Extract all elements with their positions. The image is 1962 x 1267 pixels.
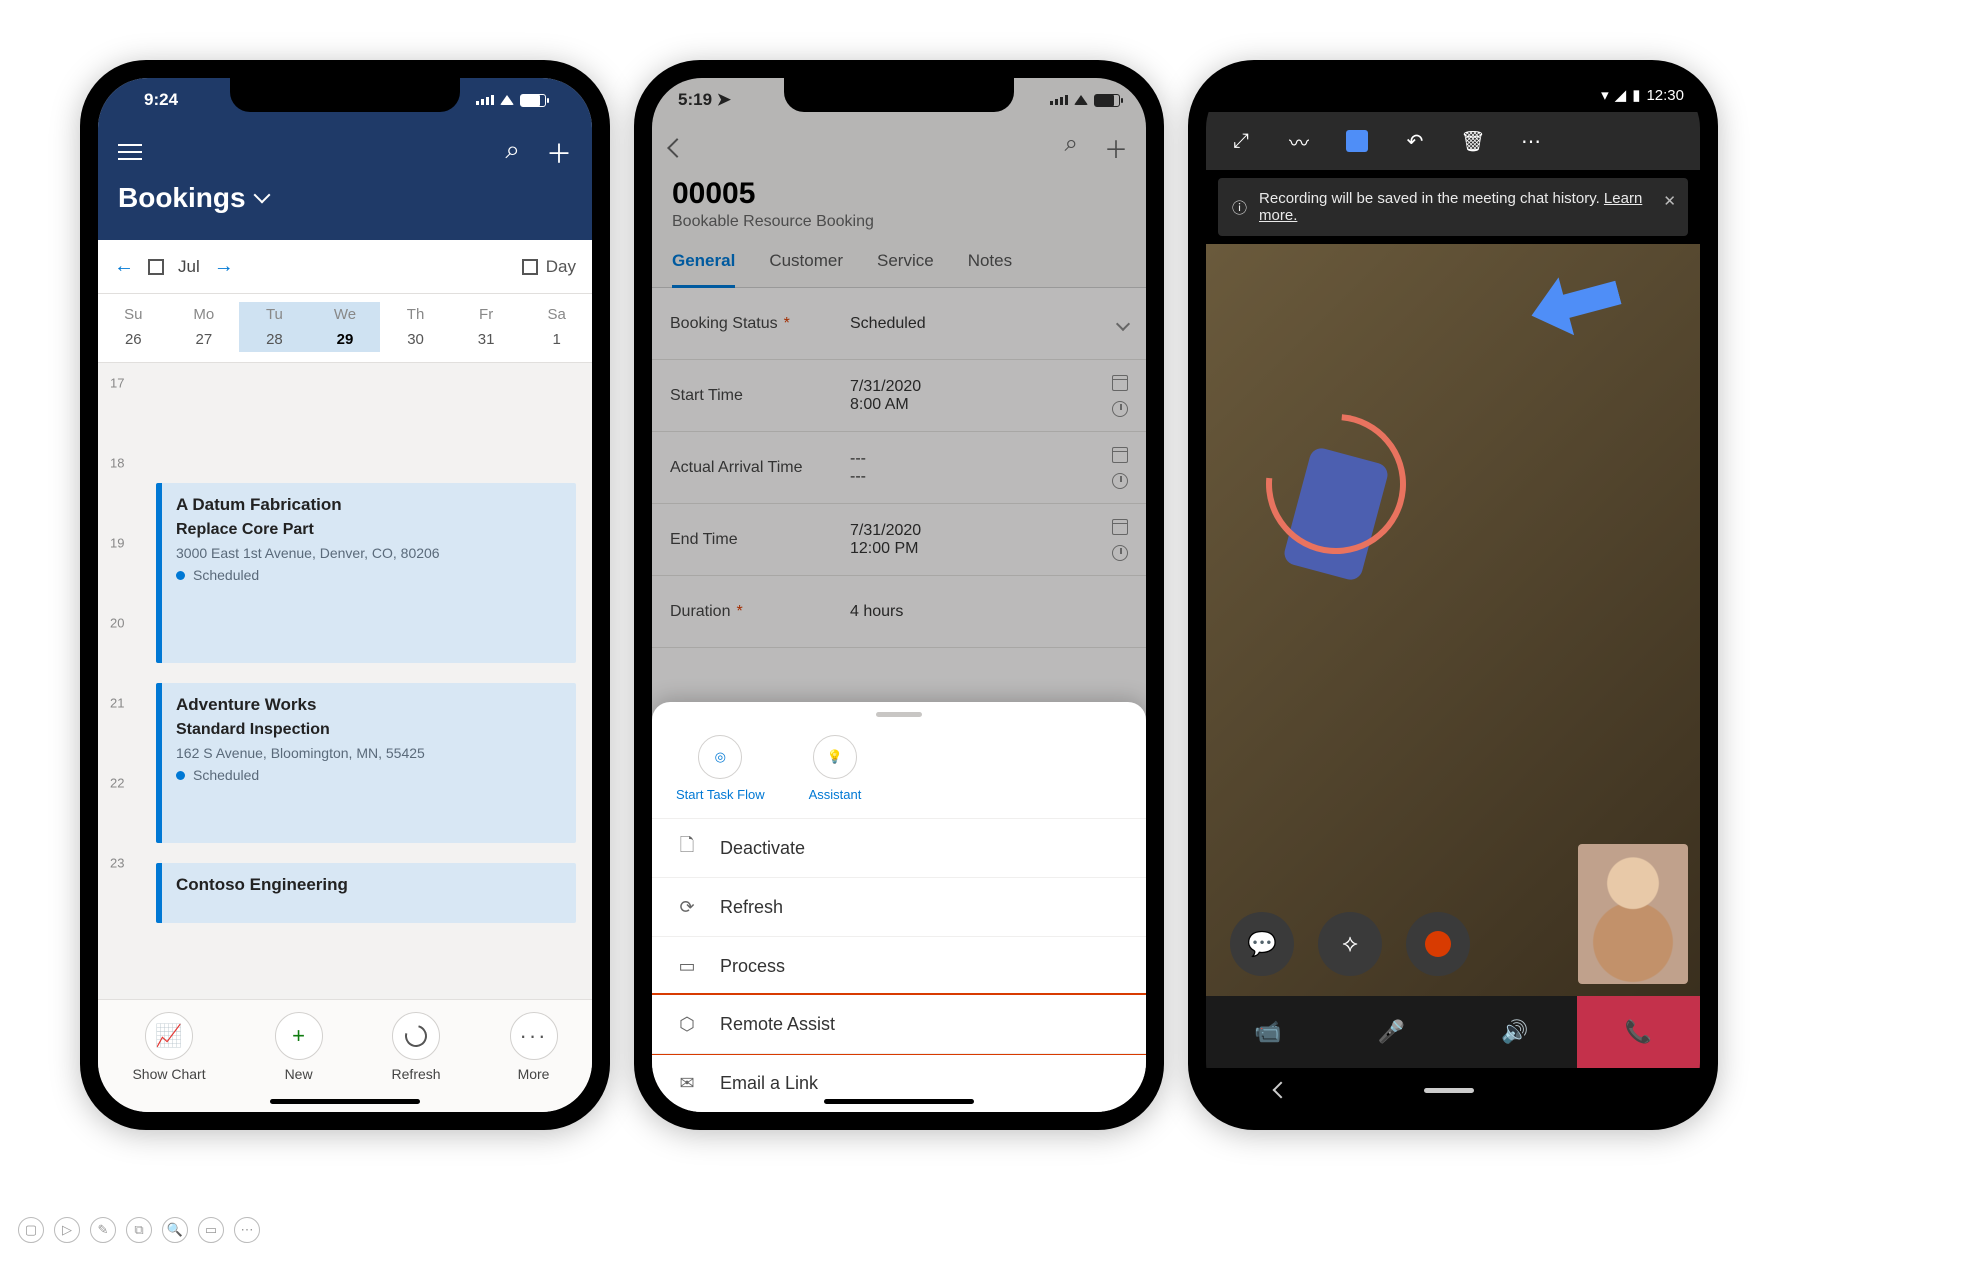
deactivate-icon: 🗋 <box>676 837 698 859</box>
location-icon: ➤ <box>717 90 731 109</box>
signal-icon <box>476 95 494 105</box>
booking-card[interactable]: A Datum Fabrication Replace Core Part 30… <box>156 483 576 663</box>
capture-button[interactable]: ⟡ <box>1318 912 1382 976</box>
tool-icon[interactable]: ▭ <box>198 1217 224 1243</box>
more-button[interactable]: ···More <box>510 1012 558 1082</box>
remote-assist-icon: ⬡ <box>676 1013 698 1035</box>
prev-arrow-icon[interactable]: ← <box>114 255 134 278</box>
phone-bookings: 9:24 ⌕ ＋ Bookings <box>80 60 610 1130</box>
show-chart-button[interactable]: 📈Show Chart <box>132 1012 205 1082</box>
status-bar: 5:19 ➤ <box>652 78 1146 122</box>
page-title-text: Bookings <box>118 182 246 214</box>
signal-icon: ◢ <box>1615 86 1627 104</box>
signal-icon <box>1050 95 1068 105</box>
call-controls: 📹 🎤 🔊 📞 <box>1206 996 1700 1068</box>
video-feed: 💬 ⟡ <box>1206 244 1700 996</box>
new-button[interactable]: +New <box>275 1012 323 1082</box>
wifi-icon <box>500 95 514 105</box>
status-bar: ▾ ◢ ▮ 12:30 <box>1206 78 1700 112</box>
close-icon[interactable]: ✕ <box>1663 192 1676 210</box>
tool-icon[interactable]: ▢ <box>18 1217 44 1243</box>
schedule: 17 18 19 20 21 22 23 A Datum Fabrication… <box>98 363 592 999</box>
bottom-toolbar: 📈Show Chart +New Refresh ···More <box>98 999 592 1112</box>
status-bar: 9:24 <box>118 78 572 122</box>
refresh-button[interactable]: Refresh <box>392 1012 441 1082</box>
arrow-annotation-icon <box>1524 263 1626 344</box>
battery-icon <box>1094 94 1120 107</box>
self-view[interactable] <box>1578 844 1688 984</box>
battery-icon <box>520 94 546 107</box>
calendar-month: Jul <box>178 257 200 277</box>
tool-icon[interactable]: ▷ <box>54 1217 80 1243</box>
booking-card[interactable]: Contoso Engineering <box>156 863 576 923</box>
process-icon: ▭ <box>676 955 698 977</box>
plus-icon[interactable]: ＋ <box>546 134 572 171</box>
mic-button[interactable]: 🎤 <box>1330 996 1454 1068</box>
status-time: 9:24 <box>144 90 178 110</box>
menu-remote-assist[interactable]: ⬡Remote Assist <box>652 993 1146 1055</box>
chat-button[interactable]: 💬 <box>1230 912 1294 976</box>
more-icon[interactable]: ⋯ <box>1512 122 1550 160</box>
calendar-nav: ← Jul → Day <box>98 240 592 294</box>
tool-icon[interactable]: ✎ <box>90 1217 116 1243</box>
delete-icon[interactable]: 🗑 <box>1454 122 1492 160</box>
menu-icon[interactable] <box>118 139 142 165</box>
chevron-down-icon <box>253 187 270 204</box>
ink-icon[interactable]: 〰 <box>1280 122 1318 160</box>
minimize-icon[interactable]: ⤢ <box>1222 122 1260 160</box>
grid-icon <box>522 259 538 275</box>
menu-deactivate[interactable]: 🗋Deactivate <box>652 818 1146 877</box>
calendar-icon[interactable] <box>148 259 164 275</box>
lightbulb-icon: 💡 <box>813 735 857 779</box>
speaker-button[interactable]: 🔊 <box>1453 996 1577 1068</box>
tool-icon[interactable]: ⧉ <box>126 1217 152 1243</box>
annotation-toolbar: ⤢ 〰 ↶ 🗑 ⋯ <box>1206 112 1700 170</box>
tool-icon[interactable]: 🔍 <box>162 1217 188 1243</box>
menu-process[interactable]: ▭Process <box>652 936 1146 995</box>
record-button[interactable] <box>1406 912 1470 976</box>
hangup-button[interactable]: 📞 <box>1577 996 1701 1068</box>
refresh-icon: ⟳ <box>676 896 698 918</box>
android-nav <box>1206 1068 1700 1112</box>
undo-icon[interactable]: ↶ <box>1396 122 1434 160</box>
view-label: Day <box>546 257 576 277</box>
home-indicator-icon <box>824 1099 974 1104</box>
search-icon[interactable]: ⌕ <box>505 134 520 171</box>
page-title[interactable]: Bookings <box>118 182 572 222</box>
nav-back-icon[interactable] <box>1272 1082 1289 1099</box>
color-icon[interactable] <box>1338 122 1376 160</box>
email-icon: ✉ <box>676 1072 698 1094</box>
phone-remote-assist-call: ▾ ◢ ▮ 12:30 ⤢ 〰 ↶ 🗑 ⋯ ⓘ Recording will b… <box>1188 60 1718 1130</box>
phone-booking-detail: 5:19 ➤ ⌕ ＋ 00005 Bookable Resource Booki… <box>634 60 1164 1130</box>
wifi-icon <box>1074 95 1088 105</box>
menu-refresh[interactable]: ⟳Refresh <box>652 877 1146 936</box>
info-icon: ⓘ <box>1232 197 1247 218</box>
next-arrow-icon[interactable]: → <box>214 255 234 278</box>
start-task-flow-button[interactable]: ◎ Start Task Flow <box>676 735 765 802</box>
camera-button[interactable]: 📹 <box>1206 996 1330 1068</box>
nav-home-icon[interactable] <box>1424 1088 1474 1093</box>
assistant-button[interactable]: 💡 Assistant <box>809 735 862 802</box>
recording-banner: ⓘ Recording will be saved in the meeting… <box>1218 178 1688 236</box>
wifi-icon: ▾ <box>1601 86 1609 104</box>
battery-icon: ▮ <box>1632 86 1640 104</box>
booking-card[interactable]: Adventure Works Standard Inspection 162 … <box>156 683 576 843</box>
tool-icon[interactable]: ⋯ <box>234 1217 260 1243</box>
status-time: 5:19 <box>678 90 712 109</box>
page-toolbar: ▢ ▷ ✎ ⧉ 🔍 ▭ ⋯ <box>18 1217 260 1243</box>
status-time: 12:30 <box>1646 87 1684 104</box>
banner-text: Recording will be saved in the meeting c… <box>1259 190 1600 207</box>
view-switch[interactable]: Day <box>522 257 576 277</box>
home-indicator-icon <box>270 1099 420 1104</box>
action-sheet: ◎ Start Task Flow 💡 Assistant 🗋Deactivat… <box>652 702 1146 1112</box>
task-flow-icon: ◎ <box>698 735 742 779</box>
drag-handle-icon[interactable] <box>876 712 922 717</box>
circle-annotation-icon <box>1237 385 1434 582</box>
week-header: Su26 Mo27 Tu28 We29 Th30 Fr31 Sa1 <box>98 294 592 363</box>
